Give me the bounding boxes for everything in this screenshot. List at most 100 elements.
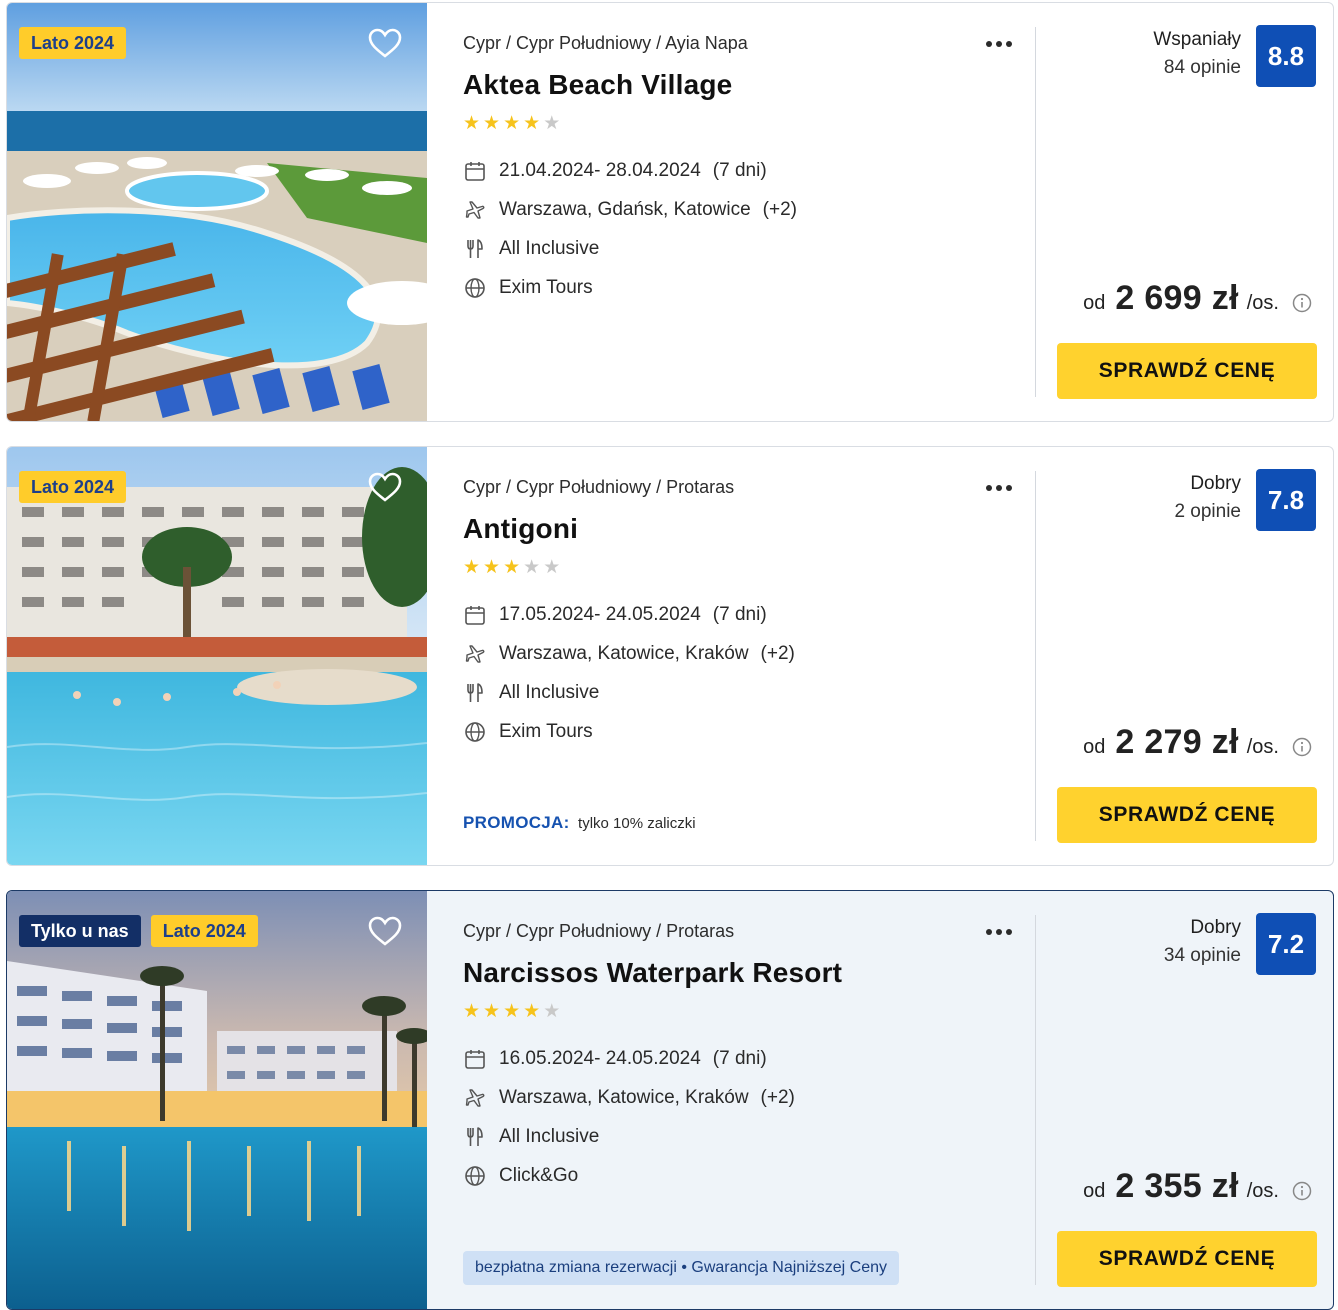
dates-text: 21.04.2024- 28.04.2024 [499, 159, 701, 181]
hotel-photo-image [7, 447, 427, 865]
dates-row: 17.05.2024- 24.05.2024 (7 dni) [463, 595, 795, 634]
rating-score-badge: 8.8 [1256, 25, 1316, 87]
operator-text: Click&Go [499, 1164, 579, 1186]
hotel-photo[interactable] [7, 891, 427, 1309]
price-amount: 2 355 zł [1115, 1167, 1239, 1205]
departures-row: Warszawa, Gdańsk, Katowice (+2) [463, 190, 797, 229]
check-price-button[interactable]: SPRAWDŹ CENĘ [1057, 787, 1317, 843]
offer-card[interactable]: Tylko u nas Lato 2024 Cypr / Cypr Połudn… [6, 890, 1334, 1310]
hotel-name[interactable]: Antigoni [463, 513, 578, 545]
price-unit: /os. [1246, 292, 1279, 314]
price-prefix: od [1083, 736, 1106, 758]
hotel-name[interactable]: Aktea Beach Village [463, 69, 732, 101]
check-price-button[interactable]: SPRAWDŹ CENĘ [1057, 343, 1317, 399]
operator-text: Exim Tours [499, 720, 593, 742]
star-filled-icon: ★ [463, 1000, 481, 1022]
offer-card[interactable]: Lato 2024 Cypr / Cypr Południowy / Ayia … [6, 2, 1334, 422]
divider [1035, 27, 1036, 397]
star-empty-icon: ★ [543, 556, 561, 578]
info-icon[interactable] [1291, 1180, 1313, 1202]
cutlery-icon [463, 237, 487, 261]
price-unit: /os. [1246, 1180, 1279, 1202]
star-empty-icon: ★ [543, 112, 561, 134]
departures-text: Warszawa, Katowice, Kraków [499, 1086, 749, 1108]
reviews-count-link[interactable]: 34 opinie [1164, 945, 1241, 967]
star-rating: ★ ★ ★ ★ ★ [463, 113, 560, 133]
rating-score-badge: 7.8 [1256, 469, 1316, 531]
check-price-button[interactable]: SPRAWDŹ CENĘ [1057, 1231, 1317, 1287]
calendar-icon [463, 159, 487, 183]
operator-row: Exim Tours [463, 712, 795, 751]
info-icon[interactable] [1291, 292, 1313, 314]
season-badge: Lato 2024 [19, 27, 127, 59]
breadcrumb[interactable]: Cypr / Cypr Południowy / Ayia Napa [463, 33, 748, 54]
season-badge: Lato 2024 [19, 471, 127, 503]
board-text: All Inclusive [499, 681, 600, 703]
board-row: All Inclusive [463, 1117, 795, 1156]
rating-label: Wspaniały [1153, 29, 1241, 50]
globe-icon [463, 276, 487, 300]
duration-text: (7 dni) [712, 1047, 767, 1069]
operator-row: Exim Tours [463, 268, 797, 307]
board-text: All Inclusive [499, 1125, 600, 1147]
plane-icon [463, 198, 487, 222]
plane-icon [463, 642, 487, 666]
star-empty-icon: ★ [543, 1000, 561, 1022]
price-amount: 2 699 zł [1115, 279, 1239, 317]
cutlery-icon [463, 681, 487, 705]
favorite-heart-icon[interactable] [365, 467, 405, 507]
star-filled-icon: ★ [503, 556, 521, 578]
departures-text: Warszawa, Gdańsk, Katowice [499, 198, 751, 220]
more-options-icon[interactable] [979, 917, 1019, 947]
breadcrumb[interactable]: Cypr / Cypr Południowy / Protaras [463, 477, 734, 498]
star-filled-icon: ★ [523, 112, 541, 134]
star-filled-icon: ★ [463, 112, 481, 134]
offer-card[interactable]: Lato 2024 Cypr / Cypr Południowy / Prota… [6, 446, 1334, 866]
reviews-count-link[interactable]: 84 opinie [1164, 57, 1241, 79]
promo-text: tylko 10% zaliczki [578, 815, 696, 832]
promotion: PROMOCJA: tylko 10% zaliczki [463, 813, 696, 833]
hotel-photo[interactable] [7, 3, 427, 421]
calendar-icon [463, 603, 487, 627]
breadcrumb[interactable]: Cypr / Cypr Południowy / Protaras [463, 921, 734, 942]
board-text: All Inclusive [499, 237, 600, 259]
hotel-photo[interactable] [7, 447, 427, 865]
price-prefix: od [1083, 1180, 1106, 1202]
board-row: All Inclusive [463, 673, 795, 712]
star-filled-icon: ★ [463, 556, 481, 578]
cutlery-icon [463, 1125, 487, 1149]
globe-icon [463, 720, 487, 744]
departures-more[interactable]: (+2) [763, 199, 797, 221]
globe-icon [463, 1164, 487, 1188]
departures-more[interactable]: (+2) [761, 643, 795, 665]
reviews-count-link[interactable]: 2 opinie [1174, 501, 1241, 523]
more-options-icon[interactable] [979, 473, 1019, 503]
star-filled-icon: ★ [483, 1000, 501, 1022]
exclusive-badge: Tylko u nas [19, 915, 141, 947]
star-filled-icon: ★ [483, 556, 501, 578]
favorite-heart-icon[interactable] [365, 911, 405, 951]
dates-row: 21.04.2024- 28.04.2024 (7 dni) [463, 151, 797, 190]
star-filled-icon: ★ [503, 1000, 521, 1022]
price-unit: /os. [1246, 736, 1279, 758]
star-rating: ★ ★ ★ ★ ★ [463, 1001, 560, 1021]
divider [1035, 471, 1036, 841]
price: od 2 279 zł /os. [1083, 723, 1279, 762]
price: od 2 355 zł /os. [1083, 1167, 1279, 1206]
more-options-icon[interactable] [979, 29, 1019, 59]
benefits-banner: bezpłatna zmiana rezerwacji • Gwarancja … [463, 1251, 899, 1285]
price-amount: 2 279 zł [1115, 723, 1239, 761]
hotel-photo-image [7, 3, 427, 421]
departures-more[interactable]: (+2) [761, 1087, 795, 1109]
operator-text: Exim Tours [499, 276, 593, 298]
favorite-heart-icon[interactable] [365, 23, 405, 63]
departures-row: Warszawa, Katowice, Kraków (+2) [463, 1078, 795, 1117]
info-icon[interactable] [1291, 736, 1313, 758]
dates-text: 17.05.2024- 24.05.2024 [499, 603, 701, 625]
plane-icon [463, 1086, 487, 1110]
divider [1035, 915, 1036, 1285]
departures-row: Warszawa, Katowice, Kraków (+2) [463, 634, 795, 673]
hotel-photo-image [7, 891, 427, 1309]
star-filled-icon: ★ [503, 112, 521, 134]
hotel-name[interactable]: Narcissos Waterpark Resort [463, 957, 842, 989]
